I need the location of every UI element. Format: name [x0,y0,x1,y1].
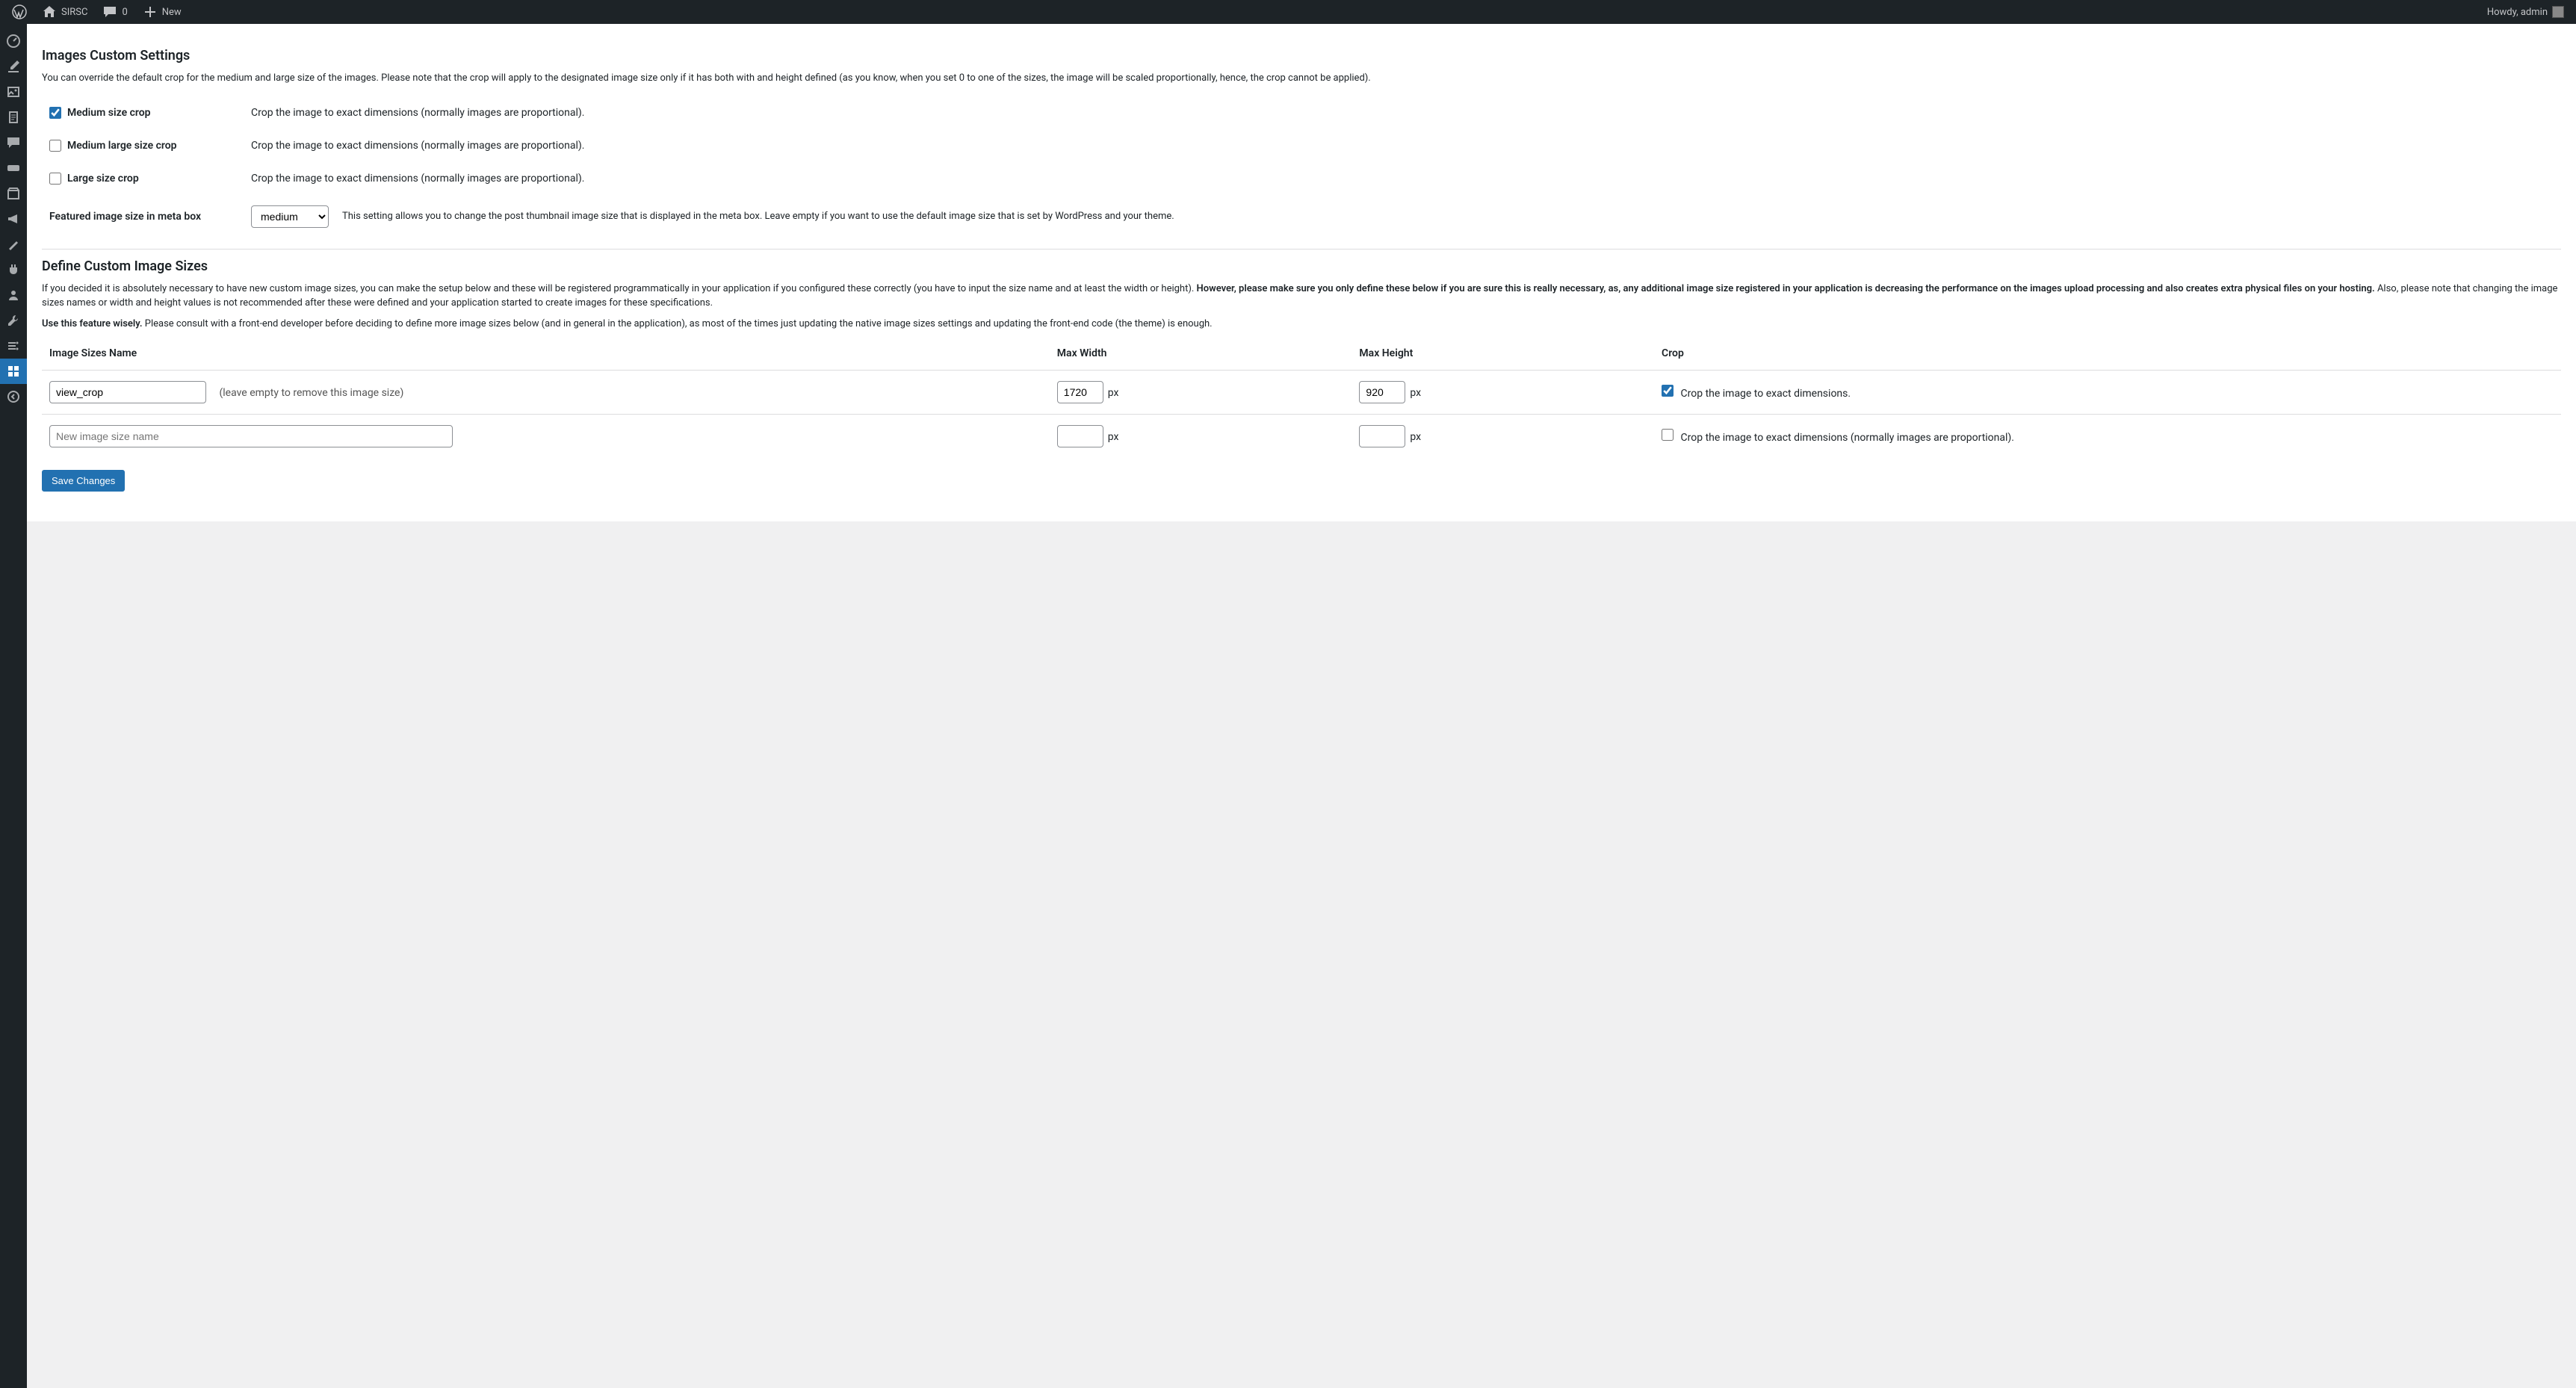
medium-large-crop-checkbox[interactable] [49,140,61,152]
large-crop-checkbox[interactable] [49,173,61,185]
define-paragraph-2: Use this feature wisely. Please consult … [42,317,2561,332]
rail-comments[interactable] [0,130,27,155]
new-link[interactable]: New [137,0,188,24]
custom-sizes-table: Image Sizes Name Max Width Max Height Cr… [42,337,2561,458]
howdy-text: Howdy, admin [2487,7,2548,18]
size-height-input[interactable] [1359,381,1405,403]
size-crop-label: Crop the image to exact dimensions. [1681,388,1851,400]
save-changes-button[interactable]: Save Changes [42,470,125,492]
large-crop-desc: Crop the image to exact dimensions (norm… [251,173,2561,185]
rail-settings[interactable] [0,333,27,359]
th-name: Image Sizes Name [49,347,137,359]
admin-topbar: SIRSC 0 New Howdy, admin [0,0,2576,24]
th-height: Max Height [1359,347,1413,359]
new-label: New [162,7,182,18]
size-row: (leave empty to remove this image size) … [42,371,2561,415]
size-name-hint: (leave empty to remove this image size) [219,387,403,399]
admin-rail [0,24,27,1388]
new-size-width-input[interactable] [1057,425,1103,447]
size-width-input[interactable] [1057,381,1103,403]
rail-marketing[interactable] [0,206,27,232]
rail-dashboard[interactable] [0,28,27,54]
px-label: px [1108,431,1119,443]
home-icon [42,4,57,19]
content-area: Images Custom Settings You can override … [27,24,2576,521]
medium-crop-label: Medium size crop [67,107,151,119]
rail-media[interactable] [0,79,27,105]
rail-collapse[interactable] [0,384,27,409]
new-size-height-input[interactable] [1359,425,1405,447]
wp-logo[interactable] [6,0,33,24]
divider [42,249,2561,250]
rail-tools[interactable] [0,308,27,333]
wordpress-icon [12,4,27,19]
size-name-input[interactable] [49,381,206,403]
rail-products[interactable] [0,181,27,206]
th-width: Max Width [1057,347,1107,359]
plus-icon [143,4,158,19]
comment-icon [102,4,117,19]
px-label: px [1108,387,1119,399]
medium-crop-checkbox[interactable] [49,107,61,119]
px-label: px [1410,431,1421,443]
howdy-link[interactable]: Howdy, admin [2481,0,2570,24]
section-heading-images: Images Custom Settings [42,48,2561,63]
rail-pages[interactable] [0,105,27,130]
section-intro-images: You can override the default crop for th… [42,71,2561,86]
rail-posts[interactable] [0,54,27,79]
site-home-link[interactable]: SIRSC [36,0,93,24]
rail-plugins[interactable] [0,257,27,282]
new-size-crop-label: Crop the image to exact dimensions (norm… [1681,432,2014,444]
medium-crop-desc: Crop the image to exact dimensions (norm… [251,107,2561,119]
avatar [2552,6,2564,18]
large-crop-label: Large size crop [67,173,139,185]
rail-current[interactable] [0,359,27,384]
rail-appearance[interactable] [0,232,27,257]
size-crop-checkbox[interactable] [1662,385,1674,397]
featured-size-desc: This setting allows you to change the po… [342,211,2561,222]
rail-woo[interactable] [0,155,27,181]
size-row-new: px px Crop the image to exact dimensions… [42,415,2561,459]
define-paragraph-1: If you decided it is absolutely necessar… [42,282,2561,311]
new-size-crop-checkbox[interactable] [1662,429,1674,441]
comments-link[interactable]: 0 [96,0,133,24]
comments-count: 0 [122,7,127,18]
th-crop: Crop [1662,347,1684,359]
medium-large-crop-desc: Crop the image to exact dimensions (norm… [251,140,2561,152]
featured-size-label: Featured image size in meta box [49,211,201,223]
section-heading-define: Define Custom Image Sizes [42,258,2561,274]
new-size-name-input[interactable] [49,425,453,447]
medium-large-crop-label: Medium large size crop [67,140,177,152]
site-name: SIRSC [61,7,87,18]
featured-size-select[interactable]: medium [251,205,329,228]
px-label: px [1410,387,1421,399]
rail-users[interactable] [0,282,27,308]
